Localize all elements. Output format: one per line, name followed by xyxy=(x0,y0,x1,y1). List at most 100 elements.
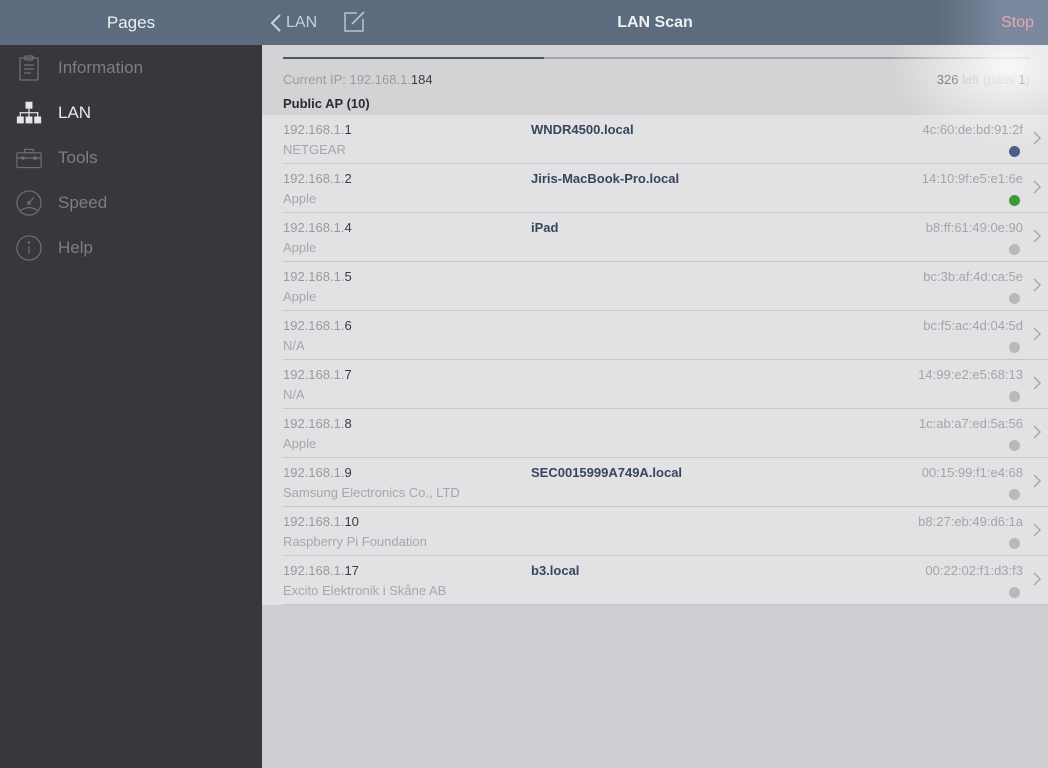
device-ip: 192.168.1.10 xyxy=(283,514,359,529)
ip-last-octet: 8 xyxy=(344,416,352,431)
device-row[interactable]: 192.168.1.6 N/A bc:f5:ac:4d:04:5d xyxy=(262,311,1048,360)
ip-prefix: 192.168.1. xyxy=(283,416,345,431)
device-mac: 00:15:99:f1:e4:68 xyxy=(921,465,1023,480)
edit-button[interactable] xyxy=(343,9,367,33)
device-row[interactable]: 192.168.1.5 Apple bc:3b:af:4d:ca:5e xyxy=(262,262,1048,311)
remaining-text: left (pass xyxy=(958,72,1019,87)
ip-last-octet: 6 xyxy=(344,318,352,333)
ip-last-octet: 5 xyxy=(344,269,352,284)
device-vendor: Raspberry Pi Foundation xyxy=(283,534,427,549)
clipboard-icon xyxy=(16,54,42,82)
chevron-right-icon xyxy=(1033,327,1042,341)
chevron-left-icon xyxy=(270,13,281,32)
device-ip: 192.168.1.2 xyxy=(283,171,352,186)
scan-progress-fill xyxy=(283,57,545,59)
sidebar-item-lan[interactable]: LAN xyxy=(0,90,262,135)
device-row[interactable]: 192.168.1.9 Samsung Electronics Co., LTD… xyxy=(262,458,1048,507)
device-ip: 192.168.1.6 xyxy=(283,318,352,333)
device-ip: 192.168.1.9 xyxy=(283,465,352,480)
current-ip-label: Current IP: xyxy=(283,72,350,87)
device-ip: 192.168.1.4 xyxy=(283,220,352,235)
sidebar-header: Pages xyxy=(0,0,262,45)
chevron-right-icon xyxy=(1033,572,1042,586)
device-mac: 00:22:02:f1:d3:f3 xyxy=(925,563,1023,578)
ip-prefix: 192.168.1. xyxy=(283,171,345,186)
chevron-right-icon xyxy=(1033,523,1042,537)
ip-last-octet: 2 xyxy=(344,171,352,186)
remaining-close: ) xyxy=(1025,72,1030,87)
device-ip: 192.168.1.17 xyxy=(283,563,359,578)
device-vendor: Apple xyxy=(283,240,317,255)
device-row[interactable]: 192.168.1.10 Raspberry Pi Foundation b8:… xyxy=(262,507,1048,556)
scan-progress-bar xyxy=(283,57,1030,59)
ip-last-octet: 9 xyxy=(344,465,352,480)
chevron-right-icon xyxy=(1033,376,1042,390)
device-hostname: Jiris-MacBook-Pro.local xyxy=(531,171,680,186)
ip-last-octet: 10 xyxy=(344,514,359,529)
chevron-right-icon xyxy=(1033,425,1042,439)
device-vendor: Apple xyxy=(283,191,317,206)
chevron-right-icon xyxy=(1033,229,1042,243)
status-dot-icon xyxy=(1009,146,1020,157)
device-vendor: Apple xyxy=(283,289,317,304)
device-vendor: N/A xyxy=(283,338,305,353)
device-hostname: SEC0015999A749A.local xyxy=(531,465,683,480)
navbar: LAN LAN Scan Stop xyxy=(262,0,1048,45)
device-row[interactable]: 192.168.1.17 Excito Elektronik i Skåne A… xyxy=(262,556,1048,605)
status-dot-icon xyxy=(1009,195,1020,206)
device-vendor: Excito Elektronik i Skåne AB xyxy=(283,583,447,598)
device-vendor: Apple xyxy=(283,436,317,451)
info-icon xyxy=(16,234,42,262)
sidebar-item-speed[interactable]: Speed xyxy=(0,180,262,225)
speedometer-icon xyxy=(16,189,42,217)
status-dot-icon xyxy=(1009,489,1020,500)
sidebar-title: Pages xyxy=(106,12,156,32)
device-row[interactable]: 192.168.1.4 Apple iPad b8:ff:61:49:0e:90 xyxy=(262,213,1048,262)
back-button[interactable]: LAN xyxy=(270,0,317,45)
toolbox-icon xyxy=(16,144,42,172)
ip-prefix: 192.168.1. xyxy=(283,220,345,235)
status-dot-icon xyxy=(1009,587,1020,598)
status-dot-icon xyxy=(1009,538,1020,549)
edit-icon xyxy=(344,11,365,32)
sidebar-item-label: Information xyxy=(58,57,144,77)
device-mac: 14:99:e2:e5:68:13 xyxy=(918,367,1023,382)
device-row[interactable]: 192.168.1.2 Apple Jiris-MacBook-Pro.loca… xyxy=(262,164,1048,213)
stop-button[interactable]: Stop xyxy=(1001,0,1034,45)
device-mac: bc:f5:ac:4d:04:5d xyxy=(923,318,1023,333)
sidebar-item-tools[interactable]: Tools xyxy=(0,135,262,180)
chevron-right-icon xyxy=(1033,474,1042,488)
device-hostname: iPad xyxy=(531,220,559,235)
sidebar-item-label: LAN xyxy=(58,102,92,122)
scan-status: Current IP: 192.168.1.184 326 left (pass… xyxy=(262,45,1048,145)
device-row[interactable]: 192.168.1.8 Apple 1c:ab:a7:ed:5a:56 xyxy=(262,409,1048,458)
chevron-right-icon xyxy=(1033,131,1042,145)
device-ip: 192.168.1.1 xyxy=(283,122,352,137)
device-mac: 4c:60:de:bd:91:2f xyxy=(922,122,1023,137)
sidebar-item-help[interactable]: Help xyxy=(0,225,262,270)
device-hostname: WNDR4500.local xyxy=(531,122,634,137)
ip-prefix: 192.168.1. xyxy=(283,269,345,284)
device-hostname: b3.local xyxy=(531,563,580,578)
ip-prefix: 192.168.1. xyxy=(283,514,345,529)
remaining-count: 326 left (pass 1) xyxy=(937,72,1030,87)
device-mac: 14:10:9f:e5:e1:6e xyxy=(921,171,1023,186)
status-dot-icon xyxy=(1009,342,1020,353)
ip-prefix: 192.168.1. xyxy=(283,465,345,480)
device-ip: 192.168.1.7 xyxy=(283,367,352,382)
device-mac: b8:ff:61:49:0e:90 xyxy=(925,220,1023,235)
sidebar-item-label: Tools xyxy=(58,147,98,167)
pass-number: 1 xyxy=(1018,72,1026,87)
device-row[interactable]: 192.168.1.7 N/A 14:99:e2:e5:68:13 xyxy=(262,360,1048,409)
page-title: LAN Scan xyxy=(617,13,693,31)
network-icon xyxy=(16,99,42,127)
chevron-right-icon xyxy=(1033,180,1042,194)
status-dot-icon xyxy=(1009,244,1020,255)
ip-last-octet: 17 xyxy=(344,563,359,578)
current-ip: Current IP: 192.168.1.184 xyxy=(283,72,433,87)
device-row[interactable]: 192.168.1.1 NETGEAR WNDR4500.local 4c:60… xyxy=(262,115,1048,164)
sidebar-item-information[interactable]: Information xyxy=(0,45,262,90)
current-ip-prefix: 192.168.1. xyxy=(349,72,411,87)
status-dot-icon xyxy=(1009,440,1020,451)
ip-prefix: 192.168.1. xyxy=(283,122,345,137)
